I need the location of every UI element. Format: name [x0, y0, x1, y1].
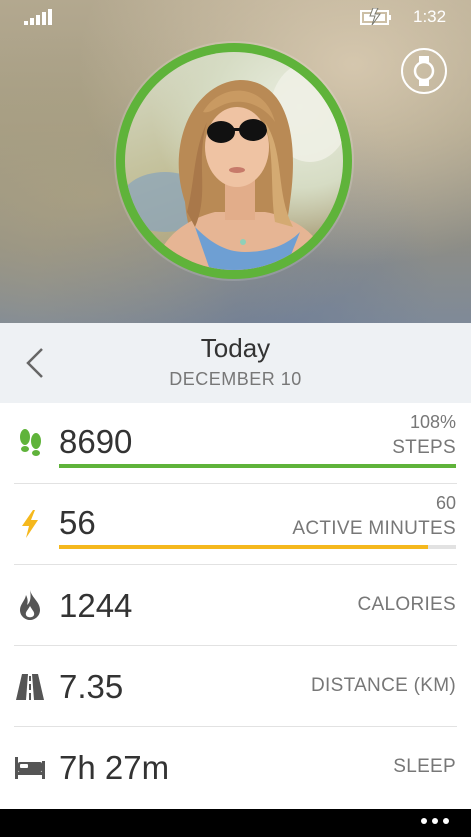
- signal-strength-icon: [24, 9, 54, 25]
- stat-row-calories[interactable]: 1244 CALORIES: [0, 565, 471, 646]
- lightning-icon: [14, 508, 46, 540]
- progress-fill: [59, 545, 429, 549]
- status-bar: 1:32: [0, 0, 471, 32]
- stat-label: SLEEP: [393, 756, 456, 777]
- watch-icon: [413, 56, 435, 86]
- stat-label: CALORIES: [357, 594, 456, 615]
- app-bar: [0, 809, 471, 837]
- progress-fill: [59, 464, 456, 468]
- stat-goal: 60: [435, 493, 456, 513]
- stat-label: ACTIVE MINUTES: [292, 518, 456, 539]
- stat-value: 7.35: [59, 668, 124, 705]
- stat-row-active-minutes[interactable]: 56 60 ACTIVE MINUTES: [0, 484, 471, 565]
- progress-bar: [59, 545, 456, 549]
- profile-avatar[interactable]: [116, 43, 352, 279]
- stat-label: STEPS: [392, 437, 456, 458]
- stat-row-distance[interactable]: 7.35 DISTANCE (KM): [0, 646, 471, 727]
- bed-icon: [14, 752, 46, 784]
- stat-value: 8690: [59, 423, 133, 460]
- more-options-icon[interactable]: [421, 818, 449, 824]
- battery-charging-icon: [360, 8, 391, 25]
- avatar-photo: [125, 52, 343, 270]
- progress-bar: [59, 464, 456, 468]
- status-time: 1:32: [413, 7, 447, 26]
- stat-value: 56: [59, 504, 96, 541]
- stat-value: 1244: [59, 587, 133, 624]
- footsteps-icon: [14, 426, 46, 458]
- date-subtitle: DECEMBER 10: [169, 369, 302, 389]
- stat-value: 7h 27m: [59, 749, 170, 786]
- date-title: Today: [200, 333, 271, 363]
- stats-list: 8690 108% STEPS 56 60 ACTIVE MINUTES 124…: [0, 403, 471, 809]
- device-sync-button[interactable]: [401, 48, 447, 94]
- road-icon: [14, 671, 46, 703]
- stat-label: DISTANCE (KM): [311, 675, 456, 696]
- stat-row-sleep[interactable]: 7h 27m SLEEP: [0, 727, 471, 808]
- stat-row-steps[interactable]: 8690 108% STEPS: [0, 403, 471, 484]
- stat-goal: 108%: [409, 412, 456, 432]
- flame-icon: [14, 589, 46, 621]
- profile-header: 1:32: [0, 0, 471, 323]
